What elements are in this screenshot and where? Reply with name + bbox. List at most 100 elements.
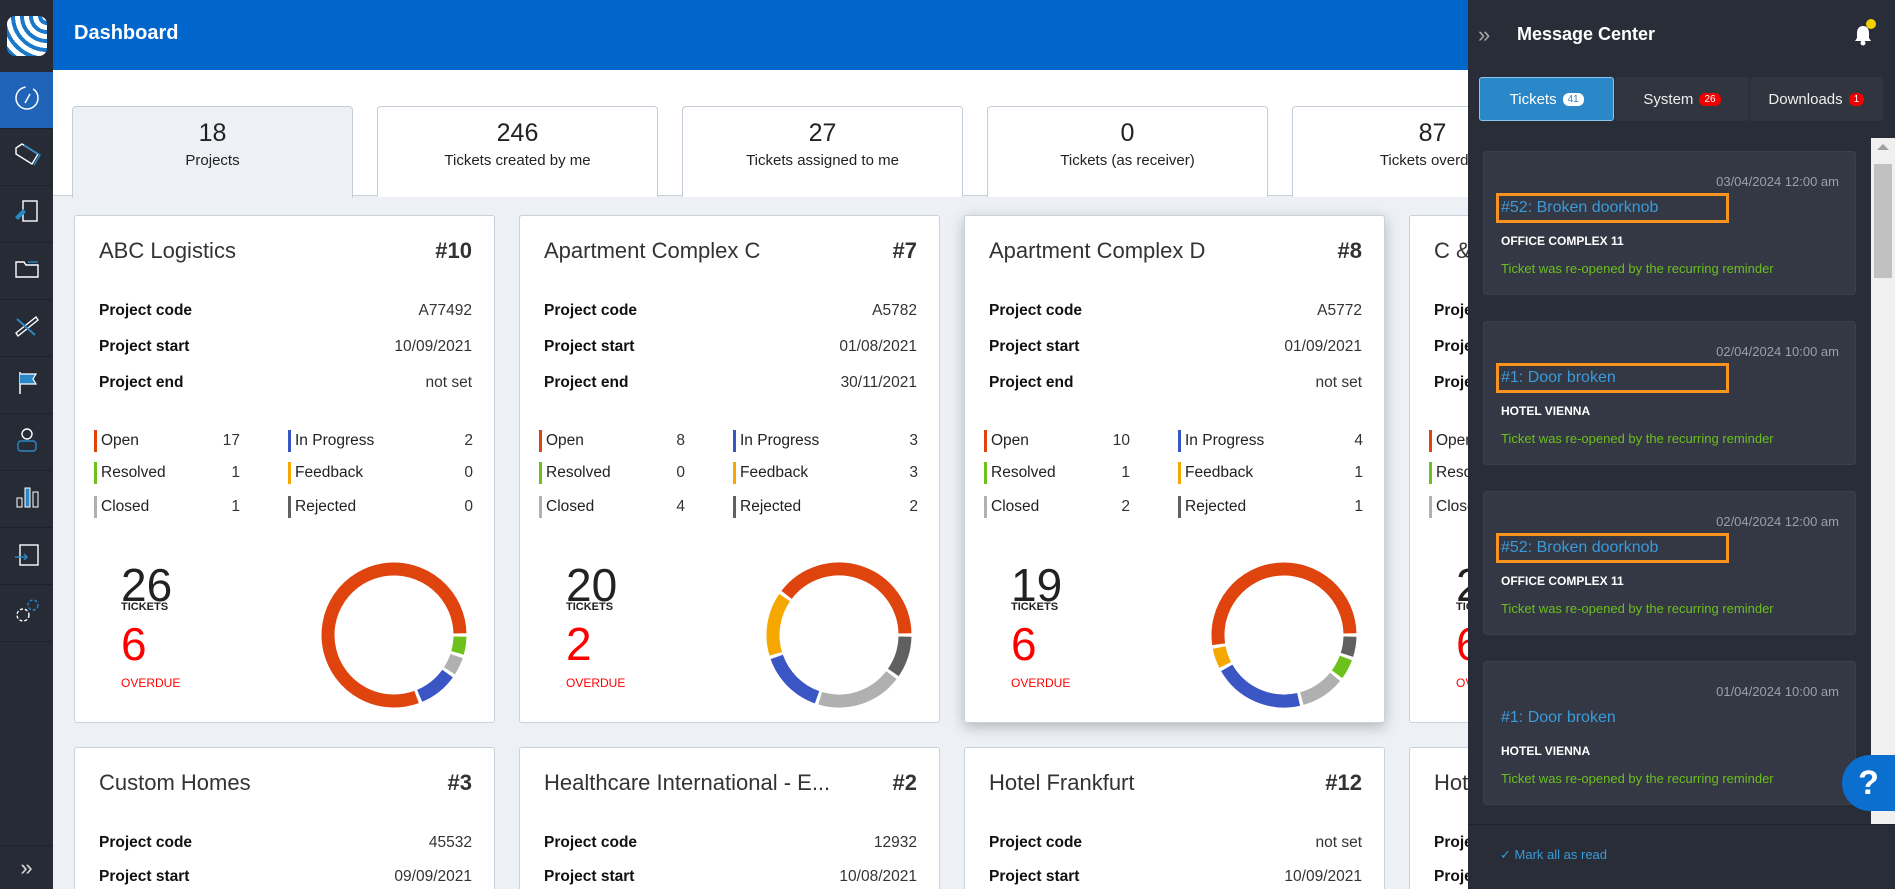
status-label: In Progress [1185,432,1265,449]
nav-item-user[interactable] [0,414,53,471]
nav-item-document-edit[interactable] [0,186,53,243]
message-ticket-link[interactable]: #1: Door broken [1496,363,1729,393]
field-label: Project code [99,302,193,319]
project-name: Apartment Complex D [989,238,1206,263]
overdue-label: OVERDUE [121,676,181,690]
status-count: 8 [676,432,685,449]
mark-all-read-button[interactable]: ✓ Mark all as read [1500,847,1607,863]
help-button[interactable]: ? [1842,755,1895,811]
status-open[interactable]: Open 8 [539,430,685,452]
status-feedback[interactable]: Feedback 3 [733,462,918,484]
check-icon: ✓ [1500,847,1511,862]
donut-segment-in-progress [1221,664,1301,708]
status-label: Open [546,432,584,449]
status-label: In Progress [295,432,375,449]
field-value: 10/09/2021 [394,338,472,355]
tab-tickets[interactable]: Tickets 41 [1479,77,1615,121]
project-card[interactable]: Hotel Frankfurt #12 Project code not set Pro… [964,747,1385,889]
message-ticket-link[interactable]: #1: Door broken [1499,706,1621,730]
status-closed[interactable]: Closed 4 [539,496,685,518]
nav-item-settings-gears[interactable] [0,585,53,642]
status-donut-chart [766,562,912,708]
collapse-panel-icon[interactable]: » [1478,22,1490,48]
message-item[interactable]: 02/04/2024 10:00 am #1: Door broken HOTEL … [1483,321,1856,465]
status-rejected[interactable]: Rejected 1 [1178,496,1363,518]
donut-segment-closed [818,670,897,708]
status-resolved[interactable]: Resolved 1 [984,462,1130,484]
donut-segment-resolved [451,636,467,655]
field-value: 10/09/2021 [1284,868,1362,885]
status-in-progress[interactable]: In Progress 3 [733,430,918,452]
overdue-label: OVERDUE [1011,676,1071,690]
message-tabs: Tickets 41 System 26 Downloads 1 [1479,77,1884,121]
donut-segment-open [1211,562,1357,646]
donut-segment-in-progress [416,669,453,702]
message-item[interactable]: 01/04/2024 10:00 am #1: Door broken HOTEL … [1483,661,1856,805]
page-header: Dashboard [53,0,1468,70]
panel-title: Message Center [1517,24,1656,44]
tickets-label: TICKETS [1011,601,1059,613]
tickets-label: TICKETS [121,601,169,613]
tab-downloads[interactable]: Downloads 1 [1749,77,1883,121]
message-ticket-link[interactable]: #52: Broken doorknob [1496,193,1729,223]
scrollbar[interactable] [1871,138,1895,824]
project-card[interactable]: ABC Logistics #10 Project code A77492 Projec… [74,215,495,723]
donut-segment-rejected [887,636,912,677]
status-label: Feedback [740,464,809,481]
status-resolved[interactable]: Resolved 1 [94,462,240,484]
message-item[interactable]: 02/04/2024 12:00 am #52: Broken doorknob O… [1483,491,1856,635]
project-card[interactable]: Custom Homes #3 Project code 45532 Project s… [74,747,495,889]
donut-segment-in-progress [770,654,820,704]
status-rejected[interactable]: Rejected 0 [288,496,473,518]
nav-item-ruler-pencil[interactable] [0,300,53,357]
status-feedback[interactable]: Feedback 1 [1178,462,1363,484]
nav-item-folder[interactable] [0,243,53,300]
status-count: 10 [1112,432,1130,449]
tab-system[interactable]: System 26 [1615,77,1749,121]
stat-tab-0[interactable]: 18 Projects [72,106,353,198]
stat-tab-1[interactable]: 246 Tickets created by me [377,106,658,197]
project-card[interactable]: Healthcare International - E... #2 Project… [519,747,940,889]
message-time: 02/04/2024 10:00 am [1716,344,1839,359]
ruler-pencil-icon [12,311,42,346]
status-open[interactable]: Open 10 [984,430,1130,452]
status-in-progress[interactable]: In Progress 2 [288,430,473,452]
message-item[interactable]: 03/04/2024 12:00 am #52: Broken doorknob O… [1483,151,1856,295]
nav-item-flag[interactable] [0,357,53,414]
message-project: HOTEL VIENNA [1501,404,1591,418]
page-title: Dashboard [74,22,179,44]
nav-item-bar-chart[interactable] [0,471,53,528]
project-card[interactable]: Apartment Complex C #7 Project code A5782 Pr… [519,215,940,723]
nav-item-tag[interactable] [0,129,53,186]
status-rejected[interactable]: Rejected 2 [733,496,918,518]
project-start-row: Project start 10/09/2021 [99,338,472,356]
nav-item-clipboard-import[interactable] [0,528,53,585]
message-text: Ticket was re-opened by the recurring re… [1501,431,1774,446]
stat-label: Tickets (as receiver) [1060,152,1195,169]
status-open[interactable]: Open 17 [94,430,240,452]
status-resolved[interactable]: Resolved 0 [539,462,685,484]
expand-sidebar-button[interactable]: » [0,845,53,889]
status-count: 3 [909,432,918,449]
status-feedback[interactable]: Feedback 0 [288,462,473,484]
donut-segment-resolved [1331,655,1352,679]
project-name: ABC Logistics [99,238,236,263]
scroll-up-icon[interactable] [1877,144,1889,150]
stat-label: Tickets created by me [444,152,591,169]
tab-label: Tickets [1509,90,1557,108]
stat-tab-2[interactable]: 27 Tickets assigned to me [682,106,963,197]
field-label: Project code [989,302,1083,319]
message-ticket-link[interactable]: #52: Broken doorknob [1496,533,1729,563]
status-in-progress[interactable]: In Progress 4 [1178,430,1363,452]
status-closed[interactable]: Closed 1 [94,496,240,518]
app-logo[interactable] [0,0,53,72]
scroll-thumb[interactable] [1874,164,1892,278]
nav-item-dashboard-gauge[interactable] [0,72,53,129]
logo-icon [6,16,47,56]
tickets-label: TICKETS [566,601,614,613]
status-label: Closed [101,498,150,515]
status-count: 17 [222,432,240,449]
project-card[interactable]: Apartment Complex D #8 Project code A5772 Pr… [964,215,1385,723]
stat-tab-3[interactable]: 0 Tickets (as receiver) [987,106,1268,197]
status-closed[interactable]: Closed 2 [984,496,1130,518]
